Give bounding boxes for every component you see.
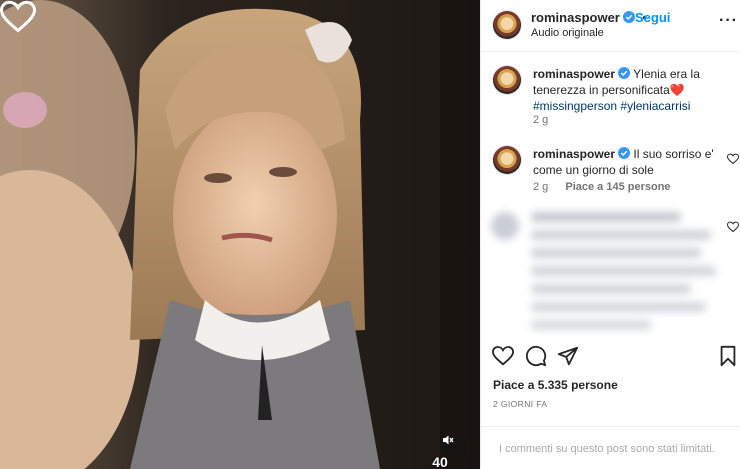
video-frame <box>0 0 480 469</box>
audio-label[interactable]: Audio originale <box>531 27 604 39</box>
post-panel: rominaspower • Segui Audio originale ···… <box>480 0 740 469</box>
heart-outline-icon[interactable] <box>0 0 36 34</box>
avatar[interactable] <box>493 66 521 94</box>
post-header: rominaspower • Segui Audio originale ··· <box>481 0 740 52</box>
comments-limited-notice: I commenti su questo post sono stati lim… <box>481 426 740 469</box>
comment-like-icon[interactable] <box>727 153 739 165</box>
more-options-icon[interactable]: ··· <box>719 12 738 30</box>
verified-badge-icon <box>618 67 631 79</box>
action-bar <box>481 340 740 370</box>
caption-author[interactable]: rominaspower <box>533 67 615 81</box>
comment-icon[interactable] <box>525 345 547 367</box>
post-media[interactable]: 40 <box>0 0 480 469</box>
verified-badge-icon <box>622 11 635 23</box>
comment-age: 2 g <box>533 181 549 193</box>
avatar[interactable] <box>493 146 521 174</box>
hashtag-link[interactable]: #missingperson <box>533 99 617 113</box>
caption-age: 2 g <box>533 114 549 126</box>
heart-emoji: ❤️ <box>669 83 685 97</box>
reel-like-count: 40 <box>432 454 448 469</box>
bookmark-icon[interactable] <box>717 345 739 367</box>
comment-like-icon[interactable] <box>727 221 739 233</box>
verified-badge-icon <box>618 147 631 159</box>
hashtag-link[interactable]: #yleniacarrisi <box>620 99 690 113</box>
post-date[interactable]: 2 GIORNI FA <box>493 399 547 409</box>
comment-likes[interactable]: Piace a 145 persone <box>565 181 670 193</box>
avatar[interactable] <box>493 11 521 39</box>
heart-icon[interactable] <box>492 345 514 367</box>
post-likes[interactable]: Piace a 5.335 persone <box>493 378 618 392</box>
send-icon[interactable] <box>557 345 579 367</box>
blurred-comment <box>491 212 716 330</box>
speaker-muted-icon <box>443 435 454 445</box>
follow-button[interactable]: Segui <box>635 10 670 25</box>
author-username[interactable]: rominaspower <box>531 10 620 25</box>
comment-author[interactable]: rominaspower <box>533 147 615 161</box>
